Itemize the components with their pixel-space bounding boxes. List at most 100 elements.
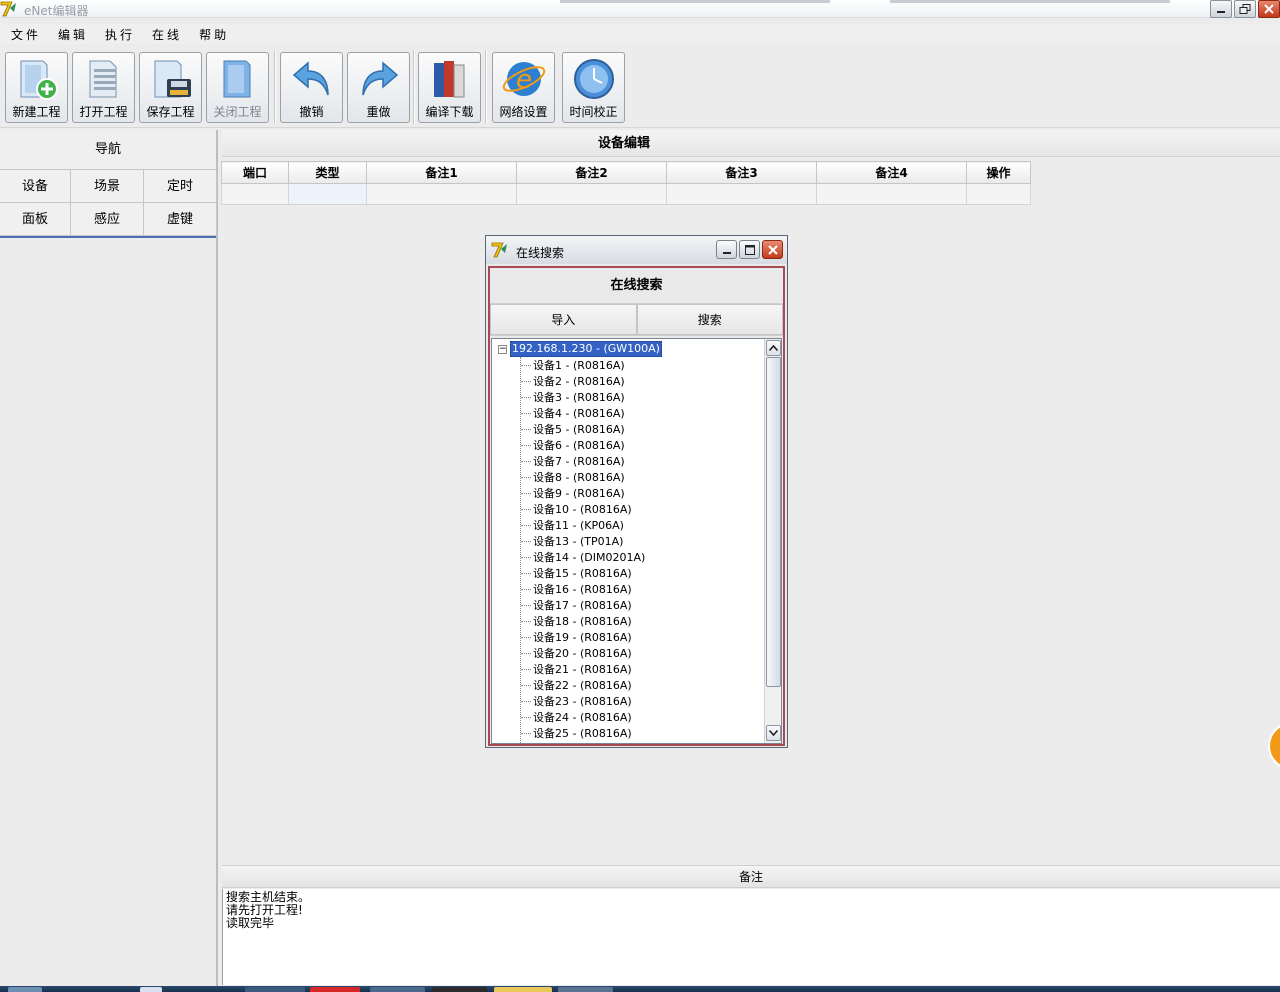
start-button[interactable] xyxy=(8,987,42,992)
column-note4[interactable]: 备注4 xyxy=(816,161,967,184)
table-cell[interactable] xyxy=(966,183,1031,205)
window-title: eNet编辑器 xyxy=(24,4,89,18)
close-project-button[interactable]: 关闭工程 xyxy=(206,52,269,123)
tree-device-label: 设备23 - (R0816A) xyxy=(533,695,632,708)
tree-device-item[interactable]: 设备14 - (DIM0201A) xyxy=(521,549,645,565)
nav-tab-sensors[interactable]: 感应 xyxy=(71,203,144,236)
tree-device-item[interactable]: 设备10 - (R0816A) xyxy=(521,501,645,517)
network-settings-button[interactable]: e 网络设置 xyxy=(492,52,555,123)
menu-run[interactable]: 执行 xyxy=(105,26,135,43)
tree-device-item[interactable]: 设备9 - (R0816A) xyxy=(521,485,645,501)
close-icon xyxy=(767,244,778,255)
tree-scrollbar[interactable] xyxy=(764,339,781,743)
tree-device-label: 设备21 - (R0816A) xyxy=(533,663,632,676)
tree-root[interactable]: − 192.168.1.230 - (GW100A) xyxy=(498,341,662,357)
column-note2[interactable]: 备注2 xyxy=(516,161,667,184)
collapse-icon[interactable]: − xyxy=(498,344,507,354)
save-project-label: 保存工程 xyxy=(146,105,195,119)
tree-device-item[interactable]: 设备8 - (R0816A) xyxy=(521,469,645,485)
tree-device-item[interactable]: 设备2 - (R0816A) xyxy=(521,373,645,389)
floating-widget-icon[interactable] xyxy=(1268,722,1280,770)
close-window-button[interactable] xyxy=(1258,0,1280,18)
table-cell[interactable] xyxy=(221,183,289,205)
compile-download-label: 编译下载 xyxy=(425,105,474,119)
open-project-label: 打开工程 xyxy=(79,105,128,119)
tree-device-item[interactable]: 设备24 - (R0816A) xyxy=(521,709,645,725)
tree-device-item[interactable]: 设备19 - (R0816A) xyxy=(521,629,645,645)
dialog-minimize-button[interactable] xyxy=(716,240,737,259)
time-sync-button[interactable]: 时间校正 xyxy=(562,52,625,123)
tree-device-item[interactable]: 设备3 - (R0816A) xyxy=(521,389,645,405)
tree-device-item[interactable]: 设备13 - (TP01A) xyxy=(521,533,645,549)
tree-device-label: 设备20 - (R0816A) xyxy=(533,647,632,660)
restore-button[interactable] xyxy=(1234,0,1256,18)
tree-device-item[interactable]: 设备11 - (KP06A) xyxy=(521,517,645,533)
tree-device-item[interactable]: 设备15 - (R0816A) xyxy=(521,565,645,581)
app-logo-icon xyxy=(491,242,507,258)
open-project-icon xyxy=(89,60,117,98)
taskbar-icon[interactable] xyxy=(558,987,613,992)
tree-device-item[interactable]: 设备1 - (R0816A) xyxy=(521,357,645,373)
tree-device-item[interactable]: 设备6 - (R0816A) xyxy=(521,437,645,453)
menu-file[interactable]: 文件 xyxy=(11,26,41,43)
table-cell[interactable] xyxy=(666,183,817,205)
column-action[interactable]: 操作 xyxy=(966,161,1031,184)
minimize-button[interactable] xyxy=(1210,0,1232,18)
column-note3[interactable]: 备注3 xyxy=(666,161,817,184)
tree-device-item[interactable]: 设备26 - (R0816A) xyxy=(521,741,645,743)
tree-device-item[interactable]: 设备25 - (R0816A) xyxy=(521,725,645,741)
table-cell[interactable] xyxy=(516,183,667,205)
taskbar-icon[interactable] xyxy=(310,987,360,992)
tree-device-item[interactable]: 设备17 - (R0816A) xyxy=(521,597,645,613)
column-note1[interactable]: 备注1 xyxy=(366,161,517,184)
dialog-maximize-button[interactable] xyxy=(739,240,760,259)
close-project-icon xyxy=(223,60,251,98)
tree-device-item[interactable]: 设备4 - (R0816A) xyxy=(521,405,645,421)
redo-button[interactable]: 重做 xyxy=(347,52,410,123)
nav-tab-panels[interactable]: 面板 xyxy=(0,203,71,236)
tree-device-label: 设备15 - (R0816A) xyxy=(533,567,632,580)
table-cell[interactable] xyxy=(366,183,517,205)
tree-device-item[interactable]: 设备16 - (R0816A) xyxy=(521,581,645,597)
nav-tab-devices[interactable]: 设备 xyxy=(0,170,71,203)
menu-edit[interactable]: 编辑 xyxy=(58,26,88,43)
save-project-button[interactable]: 保存工程 xyxy=(139,52,202,123)
taskbar-icon[interactable] xyxy=(140,987,162,992)
taskbar-icon[interactable] xyxy=(370,987,425,992)
menu-bar: 文件 编辑 执行 在线 帮助 xyxy=(0,24,1280,44)
scroll-up-button[interactable] xyxy=(766,340,781,356)
tree-device-item[interactable]: 设备7 - (R0816A) xyxy=(521,453,645,469)
close-project-label: 关闭工程 xyxy=(213,105,262,119)
dialog-close-button[interactable] xyxy=(762,240,783,259)
taskbar-icon[interactable] xyxy=(245,987,305,992)
nav-tab-virtual-keys[interactable]: 虚键 xyxy=(144,203,217,236)
taskbar-icon[interactable] xyxy=(432,987,487,992)
compile-download-button[interactable]: 编译下载 xyxy=(418,52,481,123)
import-button[interactable]: 导入 xyxy=(490,304,637,335)
nav-tab-timers[interactable]: 定时 xyxy=(144,170,217,203)
new-project-button[interactable]: 新建工程 xyxy=(5,52,68,123)
undo-button[interactable]: 撤销 xyxy=(280,52,343,123)
search-button[interactable]: 搜索 xyxy=(636,304,783,335)
table-cell[interactable] xyxy=(288,183,367,205)
menu-online[interactable]: 在线 xyxy=(152,26,182,43)
tree-root-label: 192.168.1.230 - (GW100A) xyxy=(510,341,662,357)
taskbar-icon[interactable] xyxy=(494,987,552,992)
tree-device-item[interactable]: 设备23 - (R0816A) xyxy=(521,693,645,709)
tree-device-item[interactable]: 设备22 - (R0816A) xyxy=(521,677,645,693)
tree-device-item[interactable]: 设备18 - (R0816A) xyxy=(521,613,645,629)
column-type[interactable]: 类型 xyxy=(288,161,367,184)
tree-device-item[interactable]: 设备21 - (R0816A) xyxy=(521,661,645,677)
scroll-thumb[interactable] xyxy=(766,357,781,687)
tree-device-item[interactable]: 设备20 - (R0816A) xyxy=(521,645,645,661)
open-project-button[interactable]: 打开工程 xyxy=(72,52,135,123)
scroll-down-button[interactable] xyxy=(766,725,781,741)
redo-icon xyxy=(362,61,399,96)
column-port[interactable]: 端口 xyxy=(221,161,289,184)
nav-tab-scenes[interactable]: 场景 xyxy=(71,170,144,203)
table-cell[interactable] xyxy=(816,183,967,205)
tree-device-label: 设备8 - (R0816A) xyxy=(533,471,625,484)
dialog-caption[interactable]: 在线搜索 xyxy=(486,236,787,264)
tree-device-item[interactable]: 设备5 - (R0816A) xyxy=(521,421,645,437)
menu-help[interactable]: 帮助 xyxy=(199,26,229,43)
